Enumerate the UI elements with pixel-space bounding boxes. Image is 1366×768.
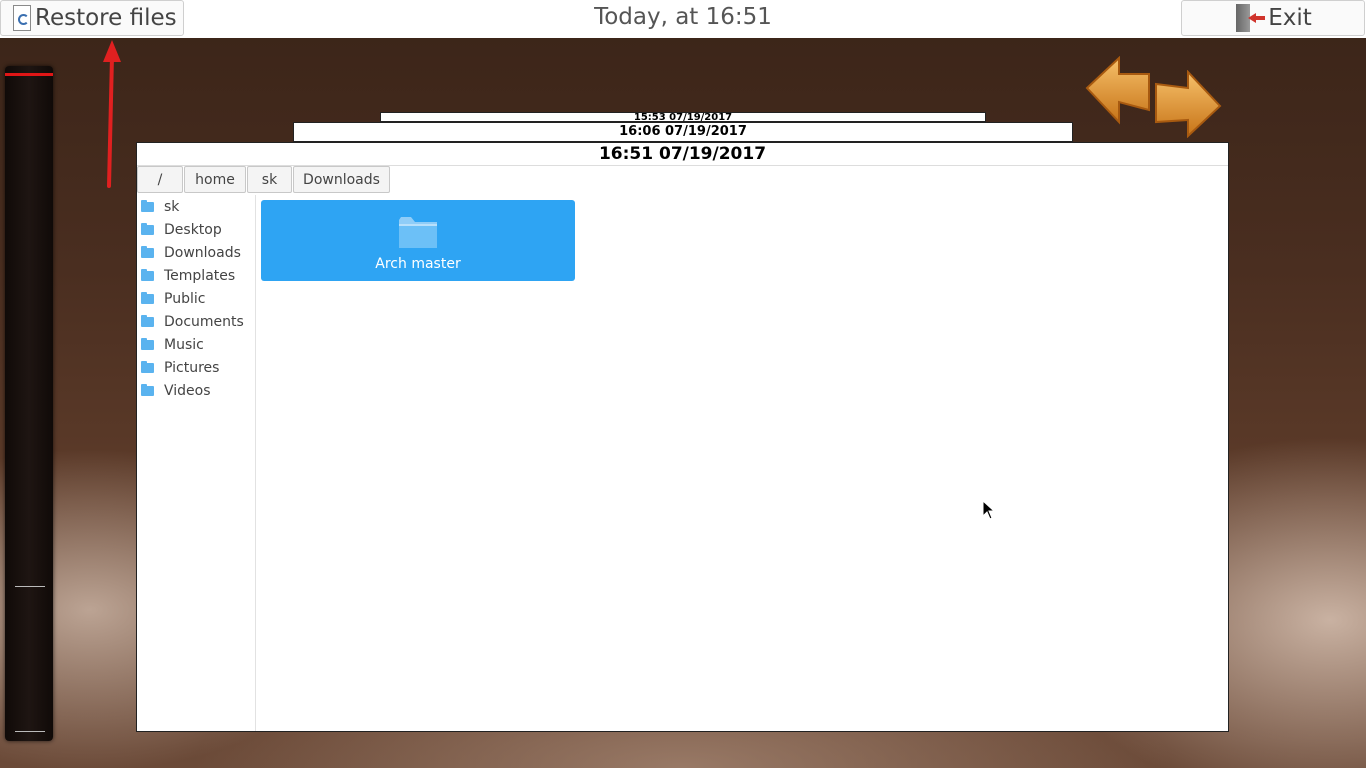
top-bar: Restore files Today, at 16:51 Exit bbox=[0, 0, 1366, 38]
sidebar-item-documents[interactable]: Documents bbox=[137, 310, 255, 333]
sidebar-item-sk[interactable]: sk bbox=[137, 195, 255, 218]
exit-button[interactable]: Exit bbox=[1181, 0, 1365, 36]
sidebar-item-label: Downloads bbox=[164, 244, 241, 261]
next-snapshot-arrow-icon[interactable] bbox=[1152, 70, 1222, 138]
sidebar-item-public[interactable]: Public bbox=[137, 287, 255, 310]
snapshot-timeline[interactable] bbox=[5, 66, 53, 741]
annotation-arrow-icon bbox=[103, 40, 121, 188]
downloads-folder-icon bbox=[141, 245, 154, 258]
home-folder-icon bbox=[141, 199, 154, 212]
sidebar-item-templates[interactable]: Templates bbox=[137, 264, 255, 287]
breadcrumb-home[interactable]: home bbox=[184, 166, 246, 193]
snapshot-current-title: 16:51 07/19/2017 bbox=[137, 143, 1228, 166]
timeline-tick[interactable] bbox=[15, 586, 45, 587]
sidebar-item-music[interactable]: Music bbox=[137, 333, 255, 356]
folder-icon bbox=[399, 217, 437, 248]
sidebar-item-downloads[interactable]: Downloads bbox=[137, 241, 255, 264]
sidebar-item-label: Music bbox=[164, 336, 204, 353]
pictures-folder-icon bbox=[141, 360, 154, 373]
sidebar-item-label: Desktop bbox=[164, 221, 222, 238]
sidebar-item-desktop[interactable]: Desktop bbox=[137, 218, 255, 241]
exit-icon bbox=[1234, 4, 1266, 32]
public-folder-icon bbox=[141, 291, 154, 304]
sidebar-item-label: Pictures bbox=[164, 359, 220, 376]
sidebar-item-label: Public bbox=[164, 290, 206, 307]
breadcrumb-downloads[interactable]: Downloads bbox=[293, 166, 390, 193]
breadcrumb-sk[interactable]: sk bbox=[247, 166, 292, 193]
documents-folder-icon bbox=[141, 314, 154, 327]
previous-snapshot-arrow-icon[interactable] bbox=[1085, 56, 1155, 126]
sidebar-item-videos[interactable]: Videos bbox=[137, 379, 255, 402]
breadcrumb-root[interactable]: / bbox=[137, 166, 183, 193]
exit-label: Exit bbox=[1268, 5, 1312, 31]
sidebar-item-label: sk bbox=[164, 198, 180, 215]
file-item-label: Arch master bbox=[375, 256, 461, 272]
file-item-arch-master[interactable]: Arch master bbox=[261, 200, 575, 281]
snapshot-time-title: Today, at 16:51 bbox=[594, 4, 772, 30]
breadcrumb: / home sk Downloads bbox=[137, 166, 391, 194]
snapshot-file-browser: 16:51 07/19/2017 / home sk Downloads sk … bbox=[136, 142, 1229, 732]
sidebar-item-pictures[interactable]: Pictures bbox=[137, 356, 255, 379]
desktop-folder-icon bbox=[141, 222, 154, 235]
snapshot-older-2[interactable]: 15:53 07/19/2017 bbox=[380, 112, 986, 123]
places-sidebar: sk Desktop Downloads Templates Public Do… bbox=[137, 195, 256, 731]
restore-icon bbox=[13, 5, 31, 31]
restore-files-label: Restore files bbox=[35, 5, 177, 31]
file-view: Arch master bbox=[256, 195, 1228, 731]
templates-folder-icon bbox=[141, 268, 154, 281]
videos-folder-icon bbox=[141, 383, 154, 396]
music-folder-icon bbox=[141, 337, 154, 350]
restore-files-button[interactable]: Restore files bbox=[0, 0, 184, 36]
mouse-cursor-icon bbox=[982, 500, 996, 520]
timeline-current-marker bbox=[5, 73, 53, 76]
sidebar-item-label: Templates bbox=[164, 267, 236, 284]
timeline-tick[interactable] bbox=[15, 731, 45, 732]
sidebar-item-label: Documents bbox=[164, 313, 244, 330]
snapshot-older-1[interactable]: 16:06 07/19/2017 bbox=[293, 122, 1073, 142]
sidebar-item-label: Videos bbox=[164, 382, 211, 399]
